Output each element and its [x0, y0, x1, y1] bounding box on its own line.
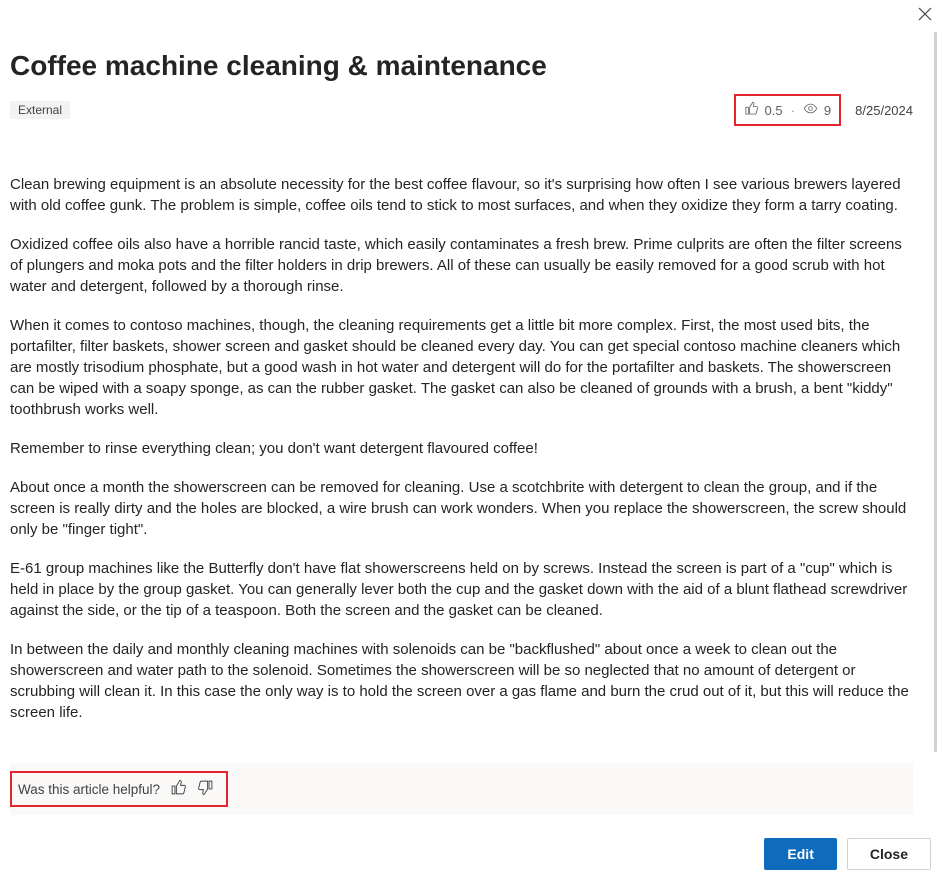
article-panel: Coffee machine cleaning & maintenance Ex…	[0, 0, 943, 880]
footer-actions: Edit Close	[0, 828, 943, 880]
scrollbar[interactable]	[934, 32, 937, 752]
view-count: 9	[824, 103, 831, 118]
paragraph: Oxidized coffee oils also have a horribl…	[10, 234, 913, 297]
article-date: 8/25/2024	[855, 103, 913, 118]
feedback-prompt: Was this article helpful?	[18, 782, 160, 797]
meta-row: External 0.5 · 9 8/25/2024	[10, 94, 913, 126]
paragraph: Remember to rinse everything clean; you …	[10, 438, 913, 459]
meta-right: 0.5 · 9 8/25/2024	[734, 94, 914, 126]
close-button[interactable]: Close	[847, 838, 931, 870]
eye-icon	[803, 101, 818, 119]
paragraph: About once a month the showerscreen can …	[10, 477, 913, 540]
visibility-tag: External	[10, 101, 70, 119]
separator-dot: ·	[791, 103, 795, 118]
thumbs-up-icon	[744, 101, 759, 119]
paragraph: Clean brewing equipment is an absolute n…	[10, 174, 913, 216]
thumbs-down-icon[interactable]	[197, 779, 214, 799]
paragraph: E-61 group machines like the Butterfly d…	[10, 558, 913, 621]
page-title: Coffee machine cleaning & maintenance	[10, 50, 913, 82]
feedback-box: Was this article helpful?	[10, 771, 228, 807]
stats-box: 0.5 · 9	[734, 94, 842, 126]
edit-button[interactable]: Edit	[764, 838, 836, 870]
scroll-area: Coffee machine cleaning & maintenance Ex…	[0, 0, 923, 828]
paragraph: When it comes to contoso machines, thoug…	[10, 315, 913, 420]
like-count: 0.5	[765, 103, 783, 118]
paragraph: In between the daily and monthly cleanin…	[10, 639, 913, 723]
thumbs-up-icon[interactable]	[170, 779, 187, 799]
feedback-bar: Was this article helpful?	[10, 763, 913, 815]
article-body: Clean brewing equipment is an absolute n…	[10, 174, 913, 723]
